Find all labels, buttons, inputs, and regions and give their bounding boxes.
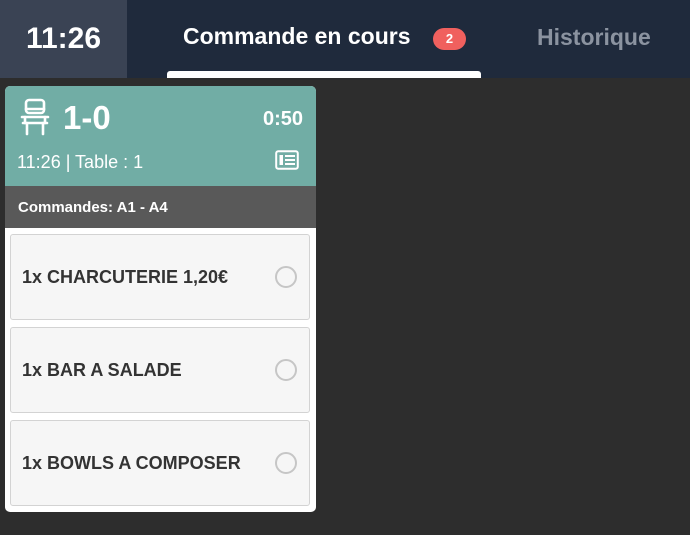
circle-icon[interactable] [275, 359, 297, 381]
order-card-header: 1-0 0:50 11:26 | Table : 1 [5, 86, 316, 186]
ticket-icon[interactable] [275, 150, 299, 170]
order-count-badge: 2 [433, 28, 466, 50]
active-tab-indicator [167, 71, 481, 78]
circle-icon[interactable] [275, 266, 297, 288]
tab-current-orders-label: Commande en cours [183, 23, 411, 49]
order-item[interactable]: 1x BAR A SALADE [10, 327, 310, 413]
orders-range-bar: Commandes: A1 - A4 [5, 186, 316, 228]
order-time-and-table: 11:26 | Table : 1 [17, 152, 144, 172]
order-item-label: 1x CHARCUTERIE 1,20€ [22, 267, 229, 287]
clock: 11:26 [0, 0, 127, 78]
elapsed-time: 0:50 [262, 108, 303, 130]
tab-current-orders[interactable]: Commande en cours 2 [167, 0, 481, 78]
order-item[interactable]: 1x BOWLS A COMPOSER [10, 420, 310, 506]
order-item-label: 1x BOWLS A COMPOSER [22, 453, 241, 473]
table-number: 1-0 [63, 99, 111, 136]
circle-icon[interactable] [275, 452, 297, 474]
order-card[interactable]: 1-0 0:50 11:26 | Table : 1 Commandes: A1… [5, 86, 316, 512]
orders-range-label: Commandes: A1 - A4 [18, 199, 168, 216]
order-item[interactable]: 1x CHARCUTERIE 1,20€ [10, 234, 310, 320]
tab-history[interactable]: Historique [510, 0, 680, 78]
chair-icon [20, 98, 50, 136]
order-item-label: 1x BAR A SALADE [22, 360, 182, 380]
top-bar: 11:26 Commande en cours 2 Historique [0, 0, 690, 78]
tab-history-label: Historique [537, 24, 651, 50]
